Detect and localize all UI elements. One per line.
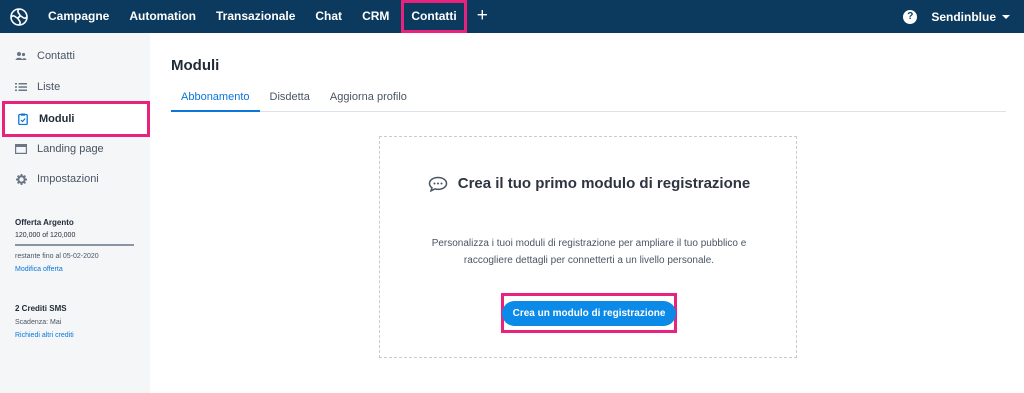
sidebar-item-label: Landing page <box>37 143 104 155</box>
sidebar-item-label: Impostazioni <box>37 173 99 185</box>
create-form-button[interactable]: Crea un modulo di registrazione <box>501 300 677 326</box>
nav-item-crm[interactable]: CRM <box>352 0 399 33</box>
sms-credits-expiry: Scadenza: Mai <box>15 319 62 326</box>
nav-item-chat[interactable]: Chat <box>305 0 352 33</box>
empty-state-header: Crea il tuo primo modulo di registrazion… <box>380 175 798 192</box>
sidebar-item-liste[interactable]: Liste <box>0 72 150 102</box>
nav-item-automation[interactable]: Automation <box>119 0 206 33</box>
tab-abbonamento[interactable]: Abbonamento <box>171 88 260 112</box>
sidebar-item-impostazioni[interactable]: Impostazioni <box>0 164 150 194</box>
top-navigation-bar: Campagne Automation Transazionale Chat C… <box>0 0 1024 33</box>
top-right-controls: ? Sendinblue <box>903 0 1010 33</box>
tab-aggiorna-profilo[interactable]: Aggiorna profilo <box>320 88 417 112</box>
add-nav-button[interactable]: + <box>469 0 496 33</box>
description-line: Personalizza i tuoi moduli di registrazi… <box>431 238 747 249</box>
sidebar-item-contatti[interactable]: Contatti <box>0 41 150 71</box>
sidebar-item-moduli[interactable]: Moduli <box>2 101 150 137</box>
request-credits-link[interactable]: Richiedi altri crediti <box>15 332 135 339</box>
chevron-down-icon <box>1002 14 1010 19</box>
cta-highlight: Crea un modulo di registrazione <box>501 293 677 333</box>
nav-item-transazionale[interactable]: Transazionale <box>206 0 305 33</box>
plan-info: Offerta Argento 120,000 of 120,000 resta… <box>15 218 135 273</box>
plan-usage-bar <box>15 244 134 246</box>
sidebar-item-label: Moduli <box>39 113 75 125</box>
users-icon <box>15 50 27 62</box>
main-nav: Campagne Automation Transazionale Chat C… <box>38 0 496 33</box>
modify-plan-link[interactable]: Modifica offerta <box>15 266 135 273</box>
form-type-tabs: Abbonamento Disdetta Aggiorna profilo <box>171 88 1006 112</box>
description-line: raccogliere dettagli per connetterti a u… <box>463 255 715 266</box>
empty-state-card: Crea il tuo primo modulo di registrazion… <box>379 136 797 358</box>
help-icon[interactable]: ? <box>903 9 918 24</box>
sidebar-item-landing-page[interactable]: Landing page <box>0 134 150 164</box>
gear-icon <box>15 173 27 185</box>
account-name: Sendinblue <box>931 9 996 24</box>
clipboard-icon <box>17 113 29 125</box>
plan-count: 120,000 of 120,000 <box>15 232 76 239</box>
sms-credits-info: 2 Crediti SMS Scadenza: Mai Richiedi alt… <box>15 304 135 339</box>
sidebar-item-label: Contatti <box>37 50 75 62</box>
account-menu[interactable]: Sendinblue <box>931 10 1010 24</box>
plan-title: Offerta Argento <box>15 218 74 227</box>
sidebar-item-label: Liste <box>37 81 61 93</box>
browser-window-icon <box>15 143 27 155</box>
nav-item-campagne[interactable]: Campagne <box>38 0 119 33</box>
sendinblue-logo-icon[interactable] <box>0 0 38 33</box>
nav-item-contatti[interactable]: Contatti <box>401 0 467 33</box>
sidebar: Contatti Liste Moduli Landing page Impos… <box>0 33 150 393</box>
tab-disdetta[interactable]: Disdetta <box>260 88 320 112</box>
page-title: Moduli <box>171 57 220 74</box>
sms-credits-title: 2 Crediti SMS <box>15 304 67 313</box>
empty-state-description: Personalizza i tuoi moduli di registrazi… <box>410 235 768 269</box>
plan-expiry: restante fino al 05-02-2020 <box>15 253 99 260</box>
empty-state-title: Crea il tuo primo modulo di registrazion… <box>457 175 751 192</box>
list-icon <box>15 81 27 93</box>
chat-bubble-icon <box>428 176 448 192</box>
